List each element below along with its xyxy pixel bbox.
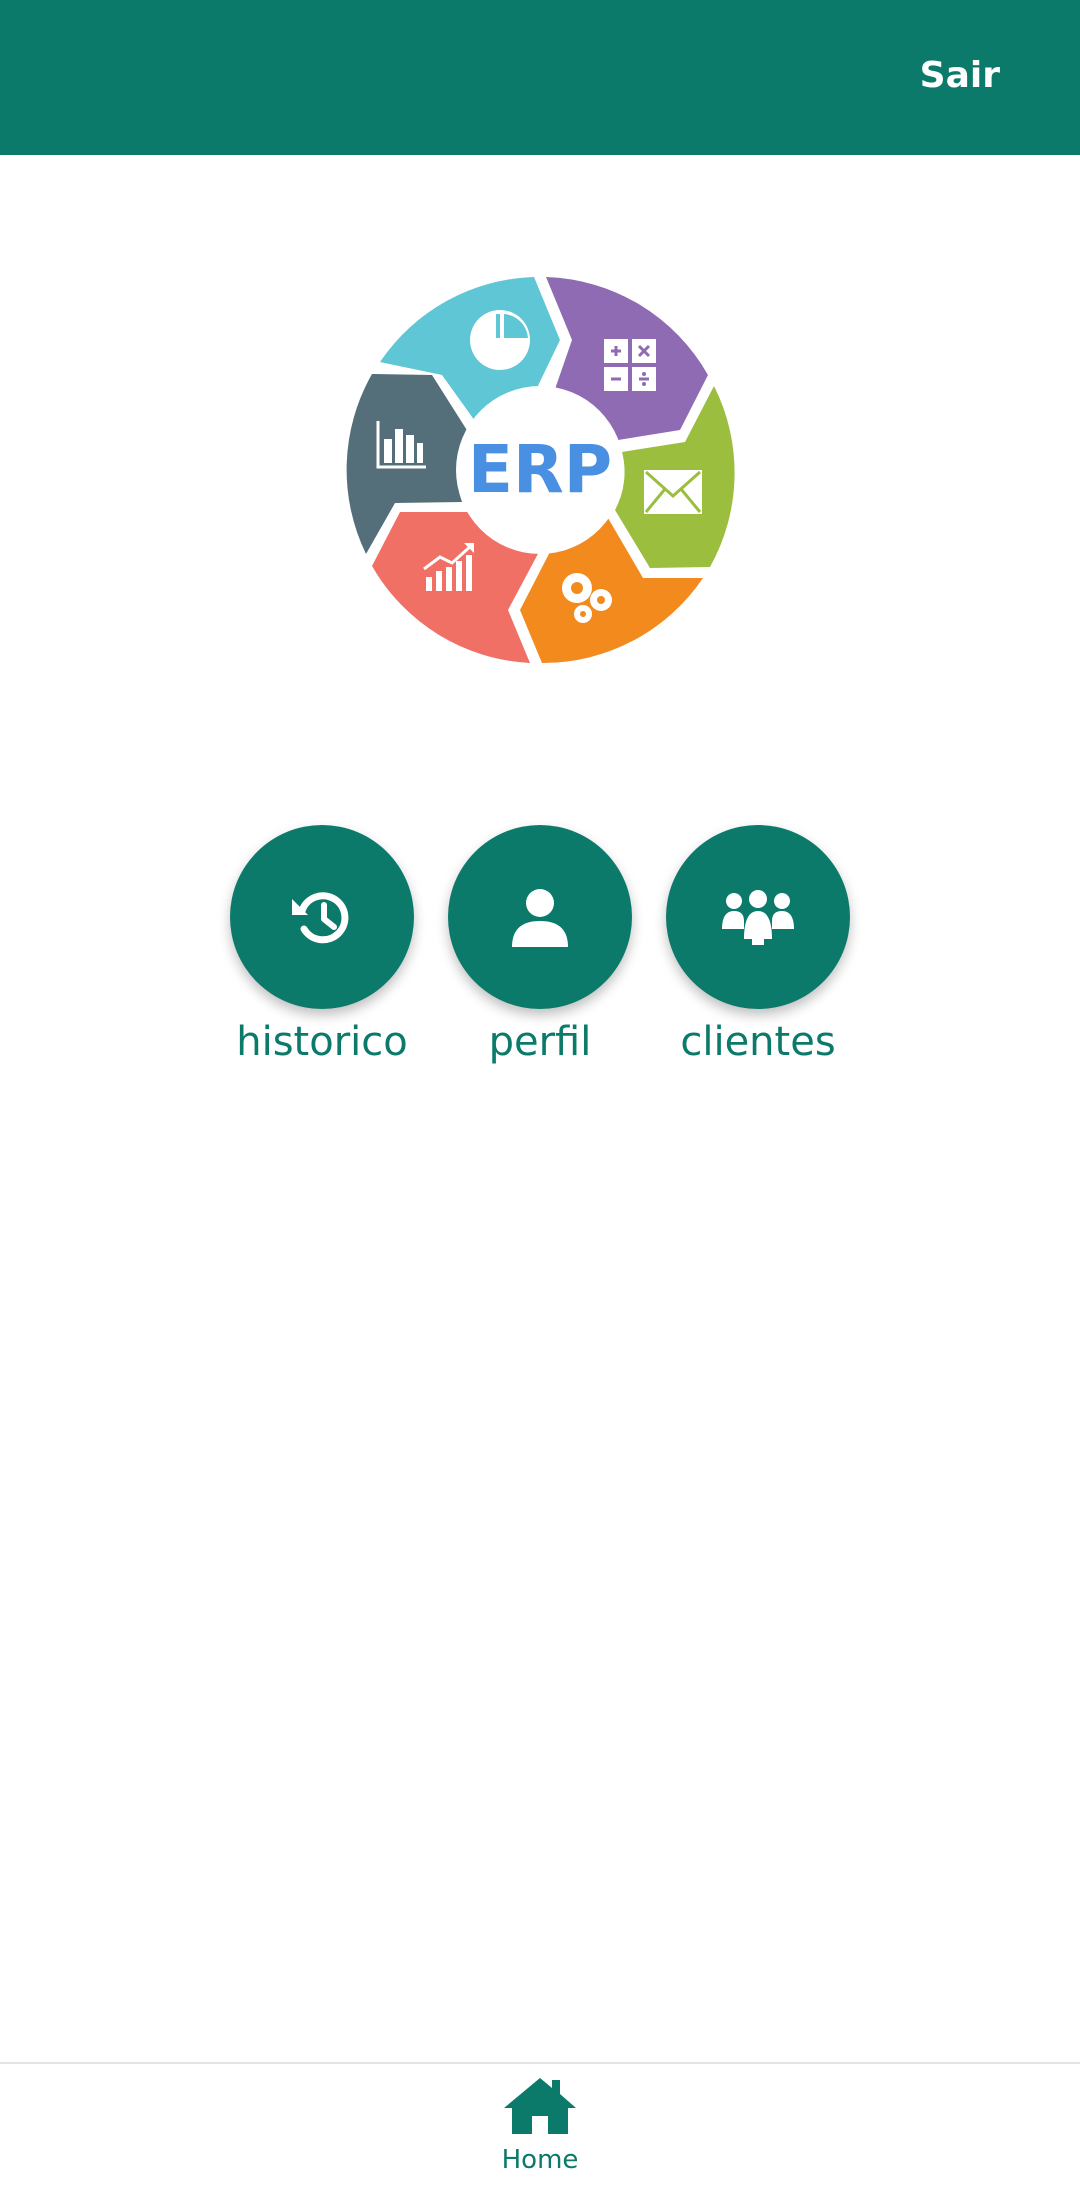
historico-label: historico — [236, 1019, 408, 1065]
logo-text: ERP — [468, 431, 612, 508]
perfil-button[interactable]: perfil — [448, 825, 632, 1069]
nav-home[interactable]: Home — [480, 2074, 600, 2176]
logout-button[interactable]: Sair — [920, 58, 1000, 94]
home-icon — [504, 2078, 576, 2134]
bottom-navigation: Home — [0, 2062, 1080, 2191]
perfil-label: perfil — [488, 1019, 592, 1065]
nav-home-label: Home — [501, 2145, 579, 2175]
clientes-circle[interactable] — [666, 825, 850, 1009]
pie-chart-icon — [470, 310, 530, 370]
user-icon — [512, 889, 568, 947]
app-screen: Sair ERP historico perfil clientes Home — [0, 0, 1080, 2191]
perfil-circle[interactable] — [448, 825, 632, 1009]
envelope-icon — [644, 470, 702, 514]
erp-logo: ERP — [346, 277, 735, 664]
historico-circle[interactable] — [230, 825, 414, 1009]
clientes-label: clientes — [680, 1019, 836, 1065]
app-header: Sair — [0, 0, 1080, 155]
clientes-button[interactable]: clientes — [666, 825, 850, 1069]
history-icon — [292, 892, 349, 944]
users-group-icon — [722, 890, 794, 945]
historico-button[interactable]: historico — [230, 825, 414, 1069]
